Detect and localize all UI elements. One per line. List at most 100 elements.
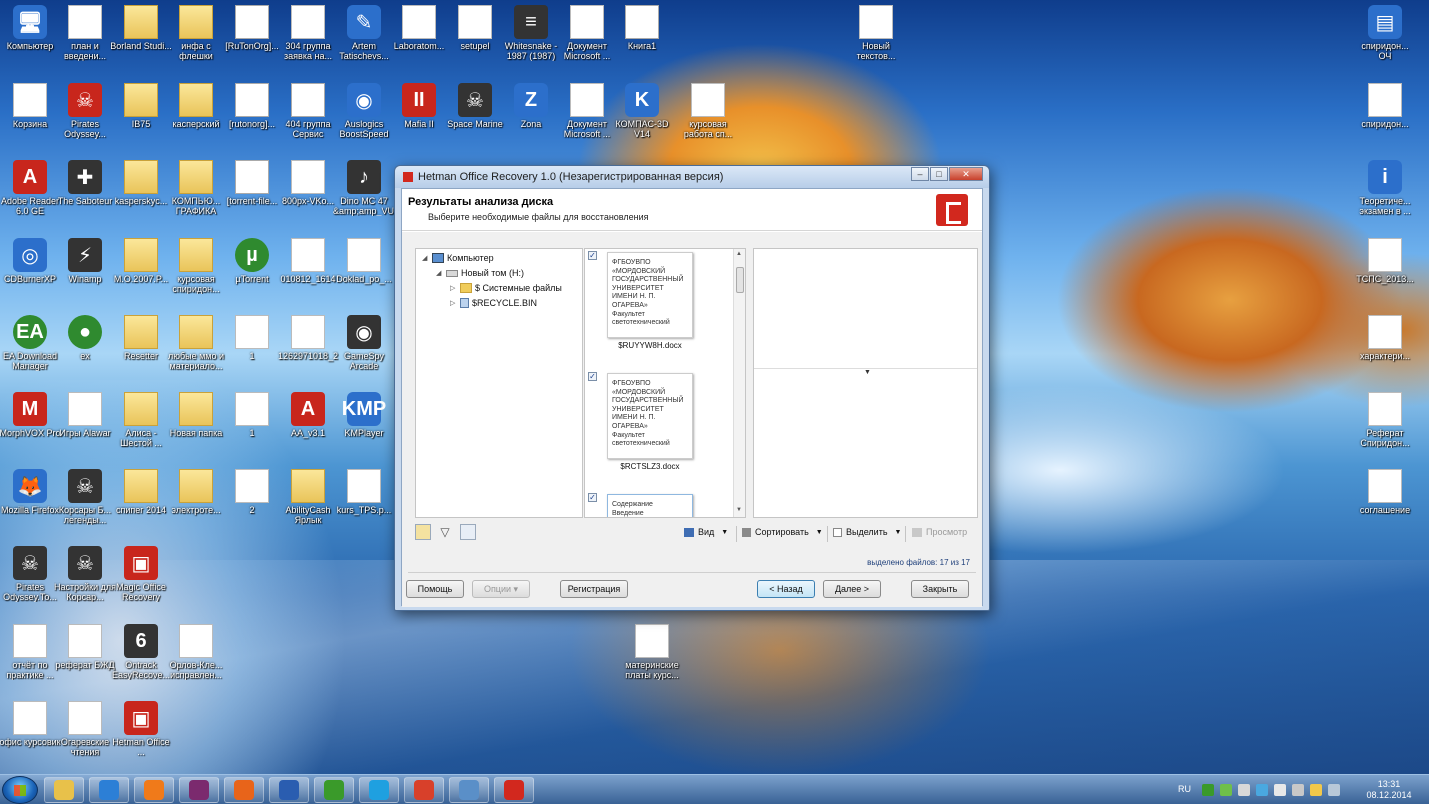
maximize-button[interactable]: □ bbox=[930, 167, 948, 181]
desktop-icon[interactable]: W Орлов-Кле... исправлен... bbox=[166, 624, 226, 680]
desktop-icon[interactable]: 🖥 Компьютер bbox=[0, 5, 60, 61]
desktop-icon[interactable]: электроте... bbox=[166, 469, 226, 525]
desktop-icon[interactable]: Wреферат БЖД bbox=[55, 624, 115, 680]
desktop-icon[interactable]: II Mafia II bbox=[389, 83, 449, 139]
desktop-icon[interactable]: касперский bbox=[166, 83, 226, 139]
network-icon[interactable] bbox=[1292, 784, 1304, 796]
desktop-icon[interactable]: ♪Dino MC 47 &amp;amp_VUr... bbox=[333, 160, 395, 216]
tree-node-drive[interactable]: ◢ Новый том (H:) bbox=[436, 268, 524, 278]
taskbar-hetman-button[interactable] bbox=[494, 777, 534, 803]
desktop-icon[interactable]: W Документ Microsoft ... bbox=[557, 5, 617, 61]
back-button[interactable]: < Назад bbox=[757, 580, 815, 598]
tree-toggle-icon[interactable]: ▷ bbox=[450, 299, 457, 307]
desktop-icon[interactable]: ◉ Auslogics BoostSpeed bbox=[334, 83, 394, 139]
tree-node-system-files[interactable]: ▷ $ Системные файлы bbox=[450, 283, 562, 293]
scroll-up-icon[interactable]: ▲ bbox=[736, 251, 742, 257]
window-titlebar[interactable]: Hetman Office Recovery 1.0 (Незарегистри… bbox=[395, 166, 989, 188]
taskbar-skype-button[interactable] bbox=[359, 777, 399, 803]
tree-toggle-icon[interactable]: ◢ bbox=[436, 269, 443, 277]
desktop-icon[interactable]: Новая папка bbox=[166, 392, 226, 448]
utorrent-tray-icon[interactable] bbox=[1202, 784, 1214, 796]
desktop-icon[interactable]: ☠ Pirates Odyssey... bbox=[55, 83, 115, 139]
taskbar-internet-explorer-button[interactable] bbox=[89, 777, 129, 803]
desktop-icon[interactable]: курсовая спиридон... bbox=[166, 238, 226, 294]
desktop-icon[interactable]: ⚡ Winamp bbox=[55, 238, 115, 294]
file-checkbox[interactable]: ✓ bbox=[588, 493, 597, 502]
power-icon[interactable] bbox=[1328, 784, 1340, 796]
desktop-icon[interactable]: M MorphVOX Pro bbox=[0, 392, 61, 448]
desktop-icon[interactable]: W Doklad_po_... bbox=[334, 238, 394, 294]
desktop-icon[interactable]: ☠ Корсары Б... легенды... bbox=[55, 469, 115, 525]
scroll-down-icon[interactable]: ▼ bbox=[736, 507, 742, 513]
options-button[interactable]: Опции ▾ bbox=[472, 580, 530, 598]
desktop-icon[interactable]: 🦊 Mozilla Firefox bbox=[0, 469, 60, 525]
desktop-icon[interactable]: Wсоглашение bbox=[1355, 469, 1415, 525]
next-button[interactable]: Далее > bbox=[823, 580, 881, 598]
desktop-icon[interactable]: ◔ Laboratom... bbox=[389, 5, 449, 61]
desktop-icon[interactable]: ☠ Space Marine bbox=[445, 83, 505, 139]
desktop-icon[interactable]: ▣ setupel bbox=[445, 5, 505, 61]
desktop-icon[interactable]: Wматеринские платы курс... bbox=[622, 624, 682, 680]
taskbar-media-player-button[interactable] bbox=[134, 777, 174, 803]
file-checkbox[interactable]: ✓ bbox=[588, 372, 597, 381]
desktop-icon[interactable]: µ [RuTonOrg]... bbox=[222, 5, 282, 61]
select-button[interactable]: Выделить ▼ bbox=[833, 527, 901, 537]
taskbar-chrome-button[interactable] bbox=[404, 777, 444, 803]
filter-icon[interactable]: ▽ bbox=[437, 524, 453, 540]
desktop-icon[interactable]: µ [rutonorg]... bbox=[222, 83, 282, 139]
folder-view-icon[interactable] bbox=[415, 524, 431, 540]
desktop-icon[interactable]: ✉ 800px-VKo... bbox=[278, 160, 338, 216]
file-thumbnail[interactable]: ФГБОУВПО «МОРДОВСКИЙ ГОСУДАРСТВЕННЫЙ УНИ… bbox=[607, 373, 693, 459]
desktop-icon[interactable]: инфа с флешки bbox=[166, 5, 226, 61]
desktop-icon[interactable]: Resetter bbox=[111, 315, 171, 371]
search-icon[interactable] bbox=[460, 524, 476, 540]
tray-app-icon[interactable] bbox=[1256, 784, 1268, 796]
desktop-icon[interactable]: A AA_v3.1 bbox=[278, 392, 338, 448]
start-button[interactable] bbox=[2, 776, 38, 804]
vertical-scrollbar[interactable]: ▲ ▼ bbox=[733, 249, 745, 517]
tree-toggle-icon[interactable]: ◢ bbox=[422, 254, 429, 262]
taskbar-utorrent-button[interactable] bbox=[314, 777, 354, 803]
file-thumbnail[interactable]: ФГБОУВПО «МОРДОВСКИЙ ГОСУДАРСТВЕННЫЙ УНИ… bbox=[607, 252, 693, 338]
action-center-flag-icon[interactable] bbox=[1310, 784, 1322, 796]
desktop-icon[interactable]: 1 bbox=[222, 392, 282, 448]
desktop-icon[interactable]: ▣ Magic Office Recovery bbox=[111, 546, 171, 602]
desktop-icon[interactable]: K КОМПАС-3D V14 bbox=[612, 83, 672, 139]
taskbar-firefox-button[interactable] bbox=[224, 777, 264, 803]
desktop-icon[interactable]: ✚ The Saboteur bbox=[55, 160, 115, 216]
sort-button[interactable]: Сортировать ▼ bbox=[742, 527, 823, 537]
desktop-icon[interactable]: X Книга1 bbox=[612, 5, 672, 61]
speaker-icon[interactable] bbox=[1274, 784, 1286, 796]
clock[interactable]: 13:31 08.12.2014 bbox=[1360, 779, 1418, 801]
taskbar-network-button[interactable] bbox=[449, 777, 489, 803]
desktop-icon[interactable]: спипег 2014 bbox=[111, 469, 171, 525]
desktop-icon[interactable]: i Теоретиче... экзамен в ... bbox=[1355, 160, 1415, 216]
desktop-icon[interactable]: ✎ Artem Tatischevs... bbox=[334, 5, 394, 61]
tree-node-computer[interactable]: ◢ Компьютер bbox=[422, 253, 494, 263]
desktop-icon[interactable]: W Документ Microsoft ... bbox=[557, 83, 617, 139]
desktop-icon[interactable]: Wплан и введени... bbox=[55, 5, 115, 61]
desktop-icon[interactable]: 2 bbox=[222, 469, 282, 525]
desktop-icon[interactable]: kasperskyc... bbox=[111, 160, 171, 216]
desktop-icon[interactable]: EA EA Download Manager bbox=[0, 315, 60, 371]
file-thumbnail[interactable]: Содержание Введение bbox=[607, 494, 693, 517]
desktop-icon[interactable]: Borland Studi... bbox=[110, 5, 172, 61]
desktop-icon[interactable]: любые ммо и материало... bbox=[166, 315, 226, 371]
desktop-icon[interactable]: ◎ CDBurnerXP bbox=[0, 238, 60, 294]
desktop-icon[interactable]: ▤ спиридон... ОЧ bbox=[1355, 5, 1415, 61]
taskbar-winrar-button[interactable] bbox=[179, 777, 219, 803]
tray-app-icon[interactable] bbox=[1220, 784, 1232, 796]
file-checkbox[interactable]: ✓ bbox=[588, 251, 597, 260]
tray-app-icon[interactable] bbox=[1238, 784, 1250, 796]
desktop-icon[interactable]: ▣ Hetman Office ... bbox=[111, 701, 171, 757]
desktop-icon[interactable]: W Реферат Спиридон... bbox=[1355, 392, 1415, 448]
desktop-icon[interactable]: Wотчёт по практике ... bbox=[0, 624, 60, 680]
desktop-icon[interactable]: ☠ Настройки для Корсар... bbox=[54, 546, 116, 602]
register-button[interactable]: Регистрация bbox=[560, 580, 628, 598]
desktop-icon[interactable]: X 404 группа Сервис bbox=[278, 83, 338, 139]
desktop-icon[interactable]: Новый текстов... bbox=[846, 5, 906, 61]
help-button[interactable]: Помощь bbox=[406, 580, 464, 598]
desktop-icon[interactable]: Wкурсовая работа сп... bbox=[678, 83, 738, 139]
desktop-icon[interactable]: ▬ 1262971018_2 bbox=[278, 315, 338, 371]
scrollbar-thumb[interactable] bbox=[736, 267, 744, 293]
